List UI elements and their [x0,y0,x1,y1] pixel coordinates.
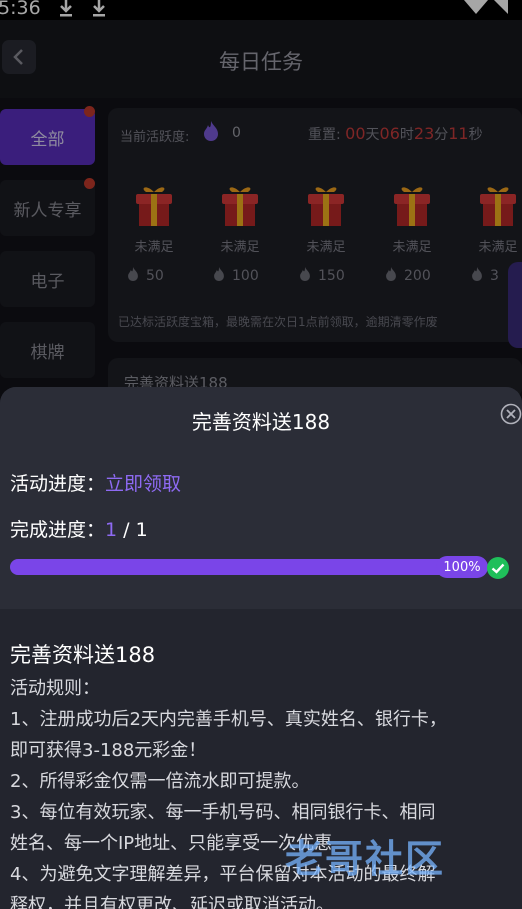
progress-bar: 100% [10,556,488,578]
sheet-title: 完善资料送188 [191,410,331,434]
watermark-logo: 老哥社区 [285,837,446,881]
progress-bar-fill [10,559,480,575]
check-circle-icon [487,557,509,579]
completion-progress-row: 完成进度：1 / 1 [10,515,148,542]
close-icon[interactable] [500,403,522,425]
rules-line: 1、注册成功后2天内完善手机号、真实姓名、银行卡， [10,709,447,730]
claim-now-link[interactable]: 立即领取 [105,473,181,495]
rules-line: 活动规则： [10,678,100,699]
rules-line: 释权，并且有权更改、延迟或取消活动。 [10,895,334,909]
sheet-header-section: 完善资料送188 活动进度：立即领取 完成进度：1 / 1 100% [0,387,522,609]
rules-title: 完善资料送188 [10,643,156,667]
progress-percent-badge: 100% [436,556,488,578]
activity-progress-row: 活动进度：立即领取 [10,469,181,496]
rules-line: 即可获得3-188元彩金！ [10,740,207,761]
completion-current: 1 [105,519,118,541]
activity-progress-label: 活动进度： [10,473,106,495]
rules-line: 3、每位有效玩家、每一手机号码、相同银行卡、相同 [10,802,436,823]
rules-line: 2、所得彩金仅需一倍流水即可提款。 [10,771,310,792]
completion-total: / 1 [123,519,148,541]
completion-label: 完成进度： [10,519,106,541]
